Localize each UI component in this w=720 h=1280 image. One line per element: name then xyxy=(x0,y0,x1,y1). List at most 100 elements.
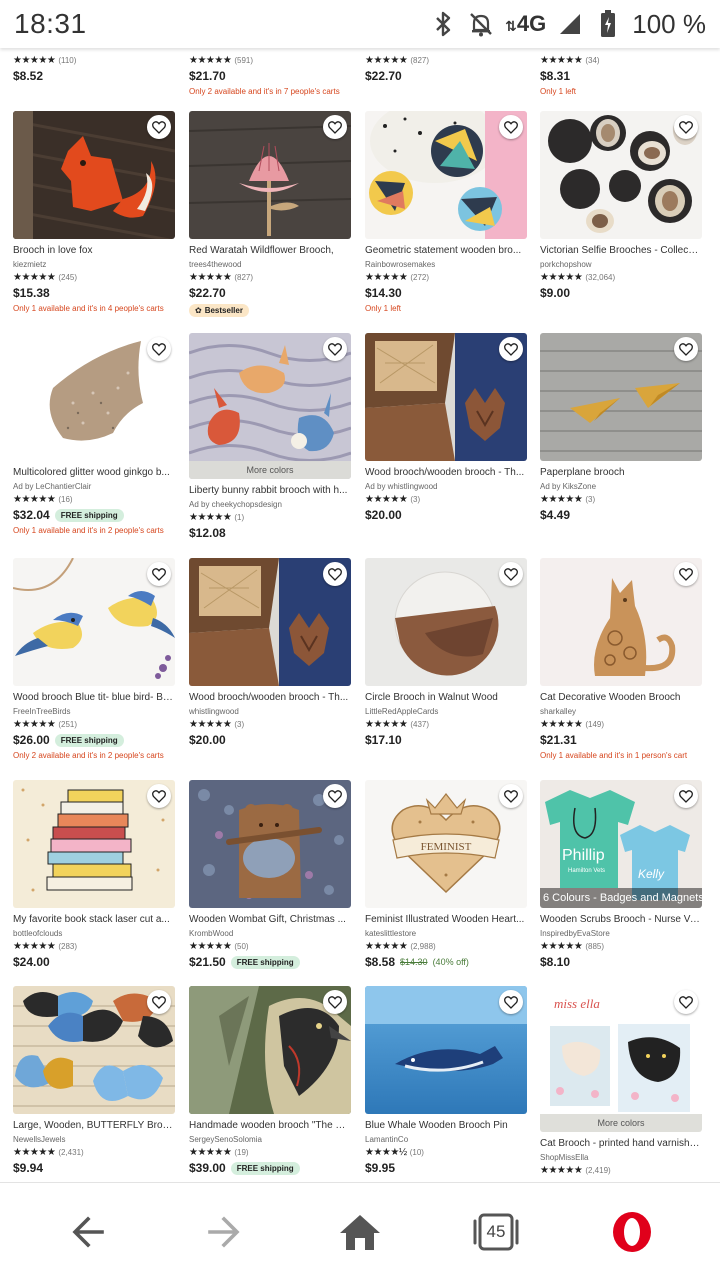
product-title[interactable]: Circle Brooch in Walnut Wood xyxy=(365,692,525,703)
product-title[interactable]: Red Waratah Wildflower Brooch, xyxy=(189,245,349,256)
product-title[interactable]: Geometric statement wooden bro... xyxy=(365,245,525,256)
tabs-button[interactable]: 45 xyxy=(460,1196,532,1268)
free-shipping-badge: FREE shipping xyxy=(230,955,300,969)
product-title[interactable]: Wood brooch/wooden brooch - Th... xyxy=(365,467,525,478)
listing-card[interactable]: ★★★★★ (34) $8.31 Only 1 left xyxy=(540,52,704,96)
favorite-heart-icon[interactable] xyxy=(323,784,347,808)
favorite-heart-icon[interactable] xyxy=(499,990,523,1014)
star-rating-icon: ★★★★½ xyxy=(365,1147,407,1158)
product-image[interactable]: FEMINIST xyxy=(365,780,527,908)
favorite-heart-icon[interactable] xyxy=(147,337,171,361)
favorite-heart-icon[interactable] xyxy=(674,990,698,1014)
availability-note: Only 1 left xyxy=(540,87,577,96)
opera-menu-button[interactable] xyxy=(596,1196,668,1268)
product-title[interactable]: Feminist Illustrated Wooden Heart... xyxy=(365,914,525,925)
product-title[interactable]: Multicolored glitter wood ginkgo b... xyxy=(13,467,173,478)
favorite-heart-icon[interactable] xyxy=(674,562,698,586)
favorite-heart-icon[interactable] xyxy=(674,337,698,361)
listing-card[interactable]: FEMINIST Feminist Illustrated Wooden Hea… xyxy=(365,780,529,969)
forward-button[interactable] xyxy=(188,1196,260,1268)
more-colors-label[interactable]: More colors xyxy=(540,1114,702,1132)
product-image[interactable] xyxy=(189,111,351,239)
product-image[interactable] xyxy=(13,111,175,239)
favorite-heart-icon[interactable] xyxy=(323,115,347,139)
product-image[interactable] xyxy=(365,111,527,239)
listing-card[interactable]: Handmade wooden brooch "The R... SergeyS… xyxy=(189,986,353,1175)
product-title[interactable]: Wooden Wombat Gift, Christmas ... xyxy=(189,914,349,925)
svg-text:Hamilton Vets: Hamilton Vets xyxy=(568,868,605,874)
product-image[interactable] xyxy=(189,986,351,1114)
product-image[interactable] xyxy=(365,986,527,1114)
product-title[interactable]: Wooden Scrubs Brooch - Nurse Ve... xyxy=(540,914,700,925)
favorite-heart-icon[interactable] xyxy=(499,115,523,139)
favorite-heart-icon[interactable] xyxy=(323,562,347,586)
favorite-heart-icon[interactable] xyxy=(323,990,347,1014)
favorite-heart-icon[interactable] xyxy=(147,562,171,586)
product-title[interactable]: My favorite book stack laser cut a... xyxy=(13,914,173,925)
rating: ★★★★★ (245) xyxy=(13,272,78,283)
product-image[interactable] xyxy=(540,333,702,461)
listing-card[interactable]: Large, Wooden, BUTTERFLY Brooc... Newell… xyxy=(13,986,177,1175)
shop-name: KrombWood xyxy=(189,929,234,938)
listing-card[interactable]: Cat Decorative Wooden Brooch sharkalley … xyxy=(540,558,704,760)
product-image[interactable] xyxy=(365,558,527,686)
product-title[interactable]: Liberty bunny rabbit brooch with h... xyxy=(189,485,349,496)
product-image[interactable] xyxy=(189,780,351,908)
product-image[interactable]: More colors xyxy=(189,333,351,479)
listing-card[interactable]: Red Waratah Wildflower Brooch, trees4the… xyxy=(189,111,353,318)
product-title[interactable]: Wood brooch/wooden brooch - Th... xyxy=(189,692,349,703)
home-button[interactable] xyxy=(324,1196,396,1268)
listing-card[interactable]: Circle Brooch in Walnut Wood LittleRedAp… xyxy=(365,558,529,747)
star-rating-icon: ★★★★★ xyxy=(13,1147,56,1158)
product-title[interactable]: Wood brooch Blue tit- blue bird- Bir... xyxy=(13,692,173,703)
favorite-heart-icon[interactable] xyxy=(674,784,698,808)
favorite-heart-icon[interactable] xyxy=(147,784,171,808)
favorite-heart-icon[interactable] xyxy=(147,115,171,139)
product-image[interactable] xyxy=(13,780,175,908)
rating: ★★★★★ (2,419) xyxy=(540,1165,611,1176)
listing-card[interactable]: Geometric statement wooden bro... Rainbo… xyxy=(365,111,529,313)
more-colors-label[interactable]: More colors xyxy=(189,461,351,479)
listing-card[interactable]: Blue Whale Wooden Brooch Pin LamantinCo … xyxy=(365,986,529,1175)
product-title[interactable]: Victorian Selfie Brooches - Collecti... xyxy=(540,245,700,256)
listing-card[interactable]: More colors Liberty bunny rabbit brooch … xyxy=(189,333,353,540)
favorite-heart-icon[interactable] xyxy=(323,337,347,361)
listing-card[interactable]: ★★★★★ (827) $22.70 xyxy=(365,52,529,83)
product-image[interactable] xyxy=(365,333,527,461)
listing-card[interactable]: Brooch in love fox kiezmietz ★★★★★ (245) … xyxy=(13,111,177,313)
listing-card[interactable]: Multicolored glitter wood ginkgo b... Ad… xyxy=(13,333,177,535)
product-image[interactable] xyxy=(540,111,702,239)
favorite-heart-icon[interactable] xyxy=(499,562,523,586)
product-title[interactable]: Brooch in love fox xyxy=(13,245,173,256)
listing-card[interactable]: Wooden Wombat Gift, Christmas ... KrombW… xyxy=(189,780,353,969)
product-image[interactable]: miss ella More colors xyxy=(540,986,702,1132)
product-image[interactable] xyxy=(13,986,175,1114)
listing-card[interactable]: Paperplane brooch Ad by KiksZone ★★★★★ (3… xyxy=(540,333,704,522)
product-image[interactable] xyxy=(13,558,175,686)
listing-card[interactable]: Wood brooch/wooden brooch - Th... whistl… xyxy=(189,558,353,747)
product-image[interactable] xyxy=(13,333,175,461)
product-title[interactable]: Blue Whale Wooden Brooch Pin xyxy=(365,1120,525,1131)
favorite-heart-icon[interactable] xyxy=(147,990,171,1014)
back-button[interactable] xyxy=(52,1196,124,1268)
product-title[interactable]: Cat Decorative Wooden Brooch xyxy=(540,692,700,703)
product-image[interactable]: Phillip Hamilton Vets Kelly 6 Colours - … xyxy=(540,780,702,908)
listing-card[interactable]: Wood brooch/wooden brooch - Th... Ad by … xyxy=(365,333,529,522)
listing-card[interactable]: miss ella More colors Cat Brooch - print… xyxy=(540,986,704,1176)
rating: ★★★★★ (110) xyxy=(13,55,77,66)
product-title[interactable]: Handmade wooden brooch "The R... xyxy=(189,1120,349,1131)
favorite-heart-icon[interactable] xyxy=(499,337,523,361)
product-image[interactable] xyxy=(540,558,702,686)
listing-card[interactable]: Victorian Selfie Brooches - Collecti... … xyxy=(540,111,704,300)
favorite-heart-icon[interactable] xyxy=(674,115,698,139)
favorite-heart-icon[interactable] xyxy=(499,784,523,808)
listing-card[interactable]: Wood brooch Blue tit- blue bird- Bir... … xyxy=(13,558,177,760)
listing-card[interactable]: Phillip Hamilton Vets Kelly 6 Colours - … xyxy=(540,780,704,969)
product-title[interactable]: Cat Brooch - printed hand varnishe... xyxy=(540,1138,700,1149)
listing-card[interactable]: My favorite book stack laser cut a... bo… xyxy=(13,780,177,969)
product-image[interactable] xyxy=(189,558,351,686)
listing-card[interactable]: ★★★★★ (110) $8.52 xyxy=(13,52,177,83)
product-title[interactable]: Large, Wooden, BUTTERFLY Brooc... xyxy=(13,1120,173,1131)
listing-card[interactable]: ★★★★★ (591) $21.70 Only 2 available and i… xyxy=(189,52,353,96)
product-title[interactable]: Paperplane brooch xyxy=(540,467,700,478)
